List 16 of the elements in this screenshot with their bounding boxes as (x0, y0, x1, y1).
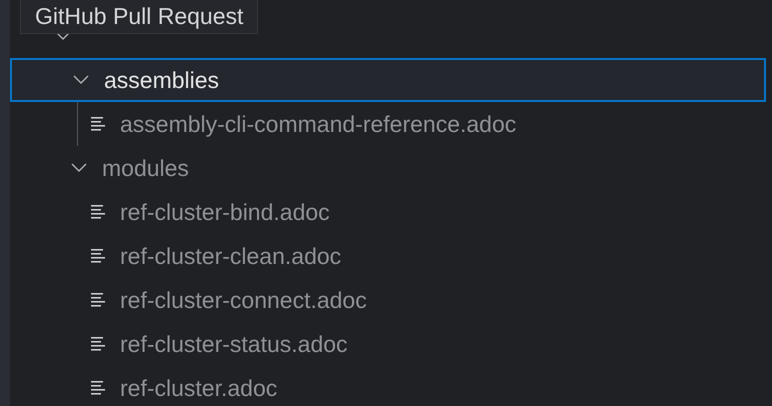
file-name[interactable]: ref-cluster.adoc (120, 374, 278, 402)
file-name[interactable]: assembly-cli-command-reference.adoc (120, 110, 516, 138)
text-lines-icon (90, 116, 106, 132)
text-lines-icon (90, 248, 106, 264)
file-name[interactable]: ref-cluster-clean.adoc (120, 242, 342, 270)
selected-row[interactable]: assemblies (10, 58, 766, 102)
folder-name[interactable]: assemblies (104, 66, 220, 94)
tooltip: GitHub Pull Request (20, 0, 258, 34)
folder-name[interactable]: modules (102, 154, 189, 182)
text-lines-icon (90, 380, 106, 396)
text-lines-icon (90, 336, 106, 352)
file-name[interactable]: ref-cluster-status.adoc (120, 330, 348, 358)
text-lines-icon (90, 292, 106, 308)
text-lines-icon (90, 204, 106, 220)
file-name[interactable]: ref-cluster-connect.adoc (120, 286, 367, 314)
file-name[interactable]: ref-cluster-bind.adoc (120, 198, 330, 226)
